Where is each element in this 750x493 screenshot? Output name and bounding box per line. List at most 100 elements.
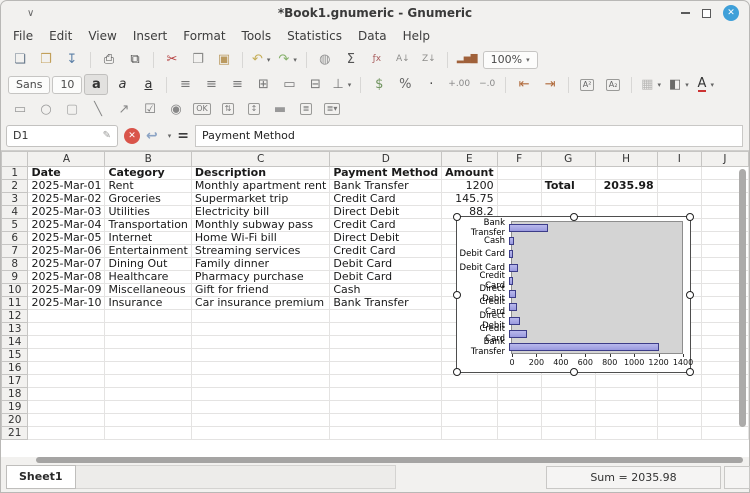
cell-D12[interactable] bbox=[330, 310, 442, 323]
cell-B13[interactable] bbox=[105, 323, 191, 336]
cell-H18[interactable] bbox=[595, 388, 657, 401]
draw-line-button[interactable]: ╲ bbox=[86, 99, 110, 120]
row-header-4[interactable]: 4 bbox=[2, 206, 28, 219]
row-header-3[interactable]: 3 bbox=[2, 193, 28, 206]
cell-G19[interactable] bbox=[541, 401, 595, 414]
row-header-7[interactable]: 7 bbox=[2, 245, 28, 258]
cell-G2[interactable]: Total bbox=[541, 180, 595, 193]
cell-B5[interactable]: Transportation bbox=[105, 219, 191, 232]
subscript-button[interactable]: A₂ bbox=[601, 74, 625, 95]
chart-handle-sw[interactable] bbox=[453, 368, 461, 376]
insert-chart-button[interactable]: ▂▅▇ bbox=[454, 49, 481, 70]
cell-A15[interactable] bbox=[28, 349, 105, 362]
cell-C1[interactable]: Description bbox=[191, 167, 329, 180]
cell-B9[interactable]: Healthcare bbox=[105, 271, 191, 284]
cell-D6[interactable]: Direct Debit bbox=[330, 232, 442, 245]
row-header-21[interactable]: 21 bbox=[2, 427, 28, 440]
cell-D13[interactable] bbox=[330, 323, 442, 336]
cell-I20[interactable] bbox=[657, 414, 701, 427]
format-percent-button[interactable]: % bbox=[393, 74, 417, 95]
cell-D19[interactable] bbox=[330, 401, 442, 414]
open-file-button[interactable]: ❒ bbox=[34, 49, 58, 70]
cell-B10[interactable]: Miscellaneous bbox=[105, 284, 191, 297]
underline-button[interactable]: a bbox=[136, 74, 160, 95]
vertical-align-button[interactable]: ⊥▾ bbox=[329, 74, 354, 95]
row-header-13[interactable]: 13 bbox=[2, 323, 28, 336]
cell-D3[interactable]: Credit Card bbox=[330, 193, 442, 206]
cell-F21[interactable] bbox=[497, 427, 541, 440]
row-header-14[interactable]: 14 bbox=[2, 336, 28, 349]
align-right-button[interactable]: ≡ bbox=[225, 74, 249, 95]
cell-D17[interactable] bbox=[330, 375, 442, 388]
row-header-16[interactable]: 16 bbox=[2, 362, 28, 375]
formula-dropdown-icon[interactable]: ▾ bbox=[168, 132, 172, 140]
cell-A14[interactable] bbox=[28, 336, 105, 349]
background-color-button[interactable]: ◧▾ bbox=[666, 74, 692, 95]
cell-G1[interactable] bbox=[541, 167, 595, 180]
cell-A10[interactable]: 2025-Mar-09 bbox=[28, 284, 105, 297]
close-icon[interactable]: ✕ bbox=[723, 5, 739, 21]
cell-B16[interactable] bbox=[105, 362, 191, 375]
cell-G20[interactable] bbox=[541, 414, 595, 427]
select-all-corner[interactable] bbox=[2, 152, 28, 167]
cell-D18[interactable] bbox=[330, 388, 442, 401]
cell-B14[interactable] bbox=[105, 336, 191, 349]
column-header-E[interactable]: E bbox=[442, 152, 497, 167]
cell-B8[interactable]: Dining Out bbox=[105, 258, 191, 271]
cell-A13[interactable] bbox=[28, 323, 105, 336]
column-header-B[interactable]: B bbox=[105, 152, 191, 167]
cell-B7[interactable]: Entertainment bbox=[105, 245, 191, 258]
cell-E2[interactable]: 1200 bbox=[442, 180, 497, 193]
cell-G17[interactable] bbox=[541, 375, 595, 388]
superscript-button[interactable]: A² bbox=[575, 74, 599, 95]
cell-C5[interactable]: Monthly subway pass bbox=[191, 219, 329, 232]
chart-handle-s[interactable] bbox=[570, 368, 578, 376]
cell-A12[interactable] bbox=[28, 310, 105, 323]
menu-edit[interactable]: Edit bbox=[41, 27, 80, 45]
row-header-10[interactable]: 10 bbox=[2, 284, 28, 297]
cell-A21[interactable] bbox=[28, 427, 105, 440]
cell-A17[interactable] bbox=[28, 375, 105, 388]
menu-view[interactable]: View bbox=[80, 27, 124, 45]
cell-H20[interactable] bbox=[595, 414, 657, 427]
save-button[interactable]: ↧ bbox=[60, 49, 84, 70]
cell-F3[interactable] bbox=[497, 193, 541, 206]
align-left-button[interactable]: ≡ bbox=[173, 74, 197, 95]
center-across-selection-button[interactable]: ⊞ bbox=[251, 74, 275, 95]
cell-C7[interactable]: Streaming services bbox=[191, 245, 329, 258]
cell-A7[interactable]: 2025-Mar-06 bbox=[28, 245, 105, 258]
cell-C21[interactable] bbox=[191, 427, 329, 440]
cell-D11[interactable]: Bank Transfer bbox=[330, 297, 442, 310]
column-header-H[interactable]: H bbox=[595, 152, 657, 167]
cell-I1[interactable] bbox=[657, 167, 701, 180]
cell-I21[interactable] bbox=[657, 427, 701, 440]
undo-dropdown-icon[interactable]: ▾ bbox=[267, 56, 271, 64]
cell-B18[interactable] bbox=[105, 388, 191, 401]
cell-D7[interactable]: Credit Card bbox=[330, 245, 442, 258]
cell-C8[interactable]: Family dinner bbox=[191, 258, 329, 271]
row-header-12[interactable]: 12 bbox=[2, 310, 28, 323]
column-header-G[interactable]: G bbox=[541, 152, 595, 167]
font-color-button[interactable]: A▾ bbox=[694, 74, 718, 95]
copy-button[interactable]: ❐ bbox=[186, 49, 210, 70]
cell-A2[interactable]: 2025-Mar-01 bbox=[28, 180, 105, 193]
cell-C14[interactable] bbox=[191, 336, 329, 349]
insert-radio-button-button[interactable]: ◉ bbox=[164, 99, 188, 120]
paste-button[interactable]: ▣ bbox=[212, 49, 236, 70]
cell-G3[interactable] bbox=[541, 193, 595, 206]
cell-B6[interactable]: Internet bbox=[105, 232, 191, 245]
row-header-15[interactable]: 15 bbox=[2, 349, 28, 362]
borders-dropdown-icon[interactable]: ▾ bbox=[657, 81, 661, 89]
cut-button[interactable]: ✂ bbox=[160, 49, 184, 70]
zoom-level-dropdown-icon[interactable]: ▾ bbox=[526, 56, 530, 64]
chart-handle-nw[interactable] bbox=[453, 213, 461, 221]
row-header-5[interactable]: 5 bbox=[2, 219, 28, 232]
cell-A16[interactable] bbox=[28, 362, 105, 375]
italic-button[interactable]: a bbox=[110, 74, 134, 95]
cell-B1[interactable]: Category bbox=[105, 167, 191, 180]
column-header-A[interactable]: A bbox=[28, 152, 105, 167]
cell-J21[interactable] bbox=[701, 427, 748, 440]
increase-decimals-button[interactable]: +.00 bbox=[445, 74, 473, 95]
row-header-8[interactable]: 8 bbox=[2, 258, 28, 271]
cell-D4[interactable]: Direct Debit bbox=[330, 206, 442, 219]
